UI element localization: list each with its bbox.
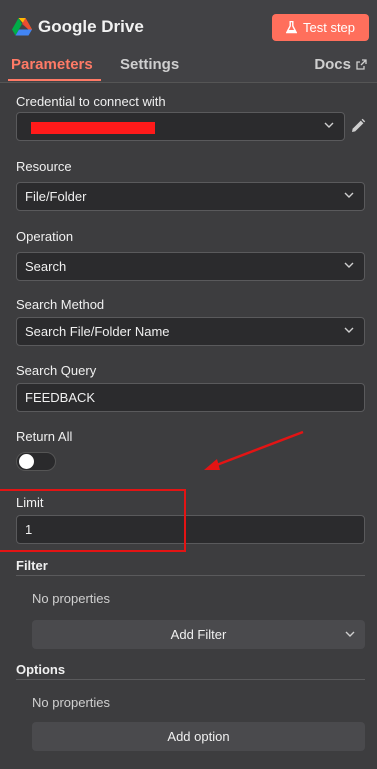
annotation-highlight-box bbox=[0, 489, 186, 552]
add-option-label: Add option bbox=[167, 729, 230, 744]
search-query-input[interactable]: FEEDBACK bbox=[16, 383, 365, 412]
pencil-icon[interactable] bbox=[350, 118, 366, 134]
chevron-down-icon bbox=[345, 631, 355, 637]
credential-label: Credential to connect with bbox=[16, 94, 166, 109]
resource-value: File/Folder bbox=[25, 189, 87, 204]
operation-label: Operation bbox=[16, 229, 74, 244]
operation-select[interactable]: Search bbox=[16, 252, 365, 281]
toggle-knob bbox=[19, 454, 34, 469]
search-query-value: FEEDBACK bbox=[25, 390, 96, 405]
external-link-icon bbox=[356, 59, 367, 70]
google-drive-icon bbox=[12, 18, 32, 36]
resource-select[interactable]: File/Folder bbox=[16, 182, 365, 211]
tab-settings[interactable]: Settings bbox=[120, 56, 179, 73]
add-filter-label: Add Filter bbox=[170, 627, 227, 642]
filter-divider bbox=[16, 575, 365, 576]
operation-value: Search bbox=[25, 259, 67, 274]
return-all-label: Return All bbox=[16, 429, 73, 444]
options-divider bbox=[16, 679, 365, 680]
options-empty-text: No properties bbox=[32, 695, 111, 710]
chevron-down-icon bbox=[344, 192, 354, 198]
active-tab-indicator bbox=[8, 79, 101, 81]
resource-label: Resource bbox=[16, 159, 72, 174]
filter-empty-text: No properties bbox=[32, 591, 111, 606]
chevron-down-icon bbox=[344, 262, 354, 268]
node-header: Google Drive Test step bbox=[0, 0, 377, 52]
docs-link[interactable]: Docs bbox=[314, 56, 367, 73]
node-title: Google Drive bbox=[38, 17, 144, 36]
test-step-label: Test step bbox=[302, 20, 356, 35]
return-all-toggle[interactable] bbox=[16, 452, 56, 471]
add-filter-button[interactable]: Add Filter bbox=[32, 620, 365, 649]
search-query-label: Search Query bbox=[16, 363, 97, 378]
search-method-select[interactable]: Search File/Folder Name bbox=[16, 317, 365, 346]
redacted-credential-value bbox=[31, 122, 155, 134]
filter-label: Filter bbox=[16, 558, 48, 573]
search-method-value: Search File/Folder Name bbox=[25, 324, 170, 339]
search-method-label: Search Method bbox=[16, 297, 105, 312]
test-step-button[interactable]: Test step bbox=[272, 14, 369, 41]
tab-parameters[interactable]: Parameters bbox=[11, 56, 93, 73]
docs-label: Docs bbox=[314, 56, 351, 73]
add-option-button[interactable]: Add option bbox=[32, 722, 365, 751]
credential-select[interactable] bbox=[16, 112, 345, 141]
flask-icon bbox=[285, 21, 297, 34]
options-label: Options bbox=[16, 662, 66, 677]
chevron-down-icon bbox=[324, 122, 334, 128]
chevron-down-icon bbox=[344, 327, 354, 333]
